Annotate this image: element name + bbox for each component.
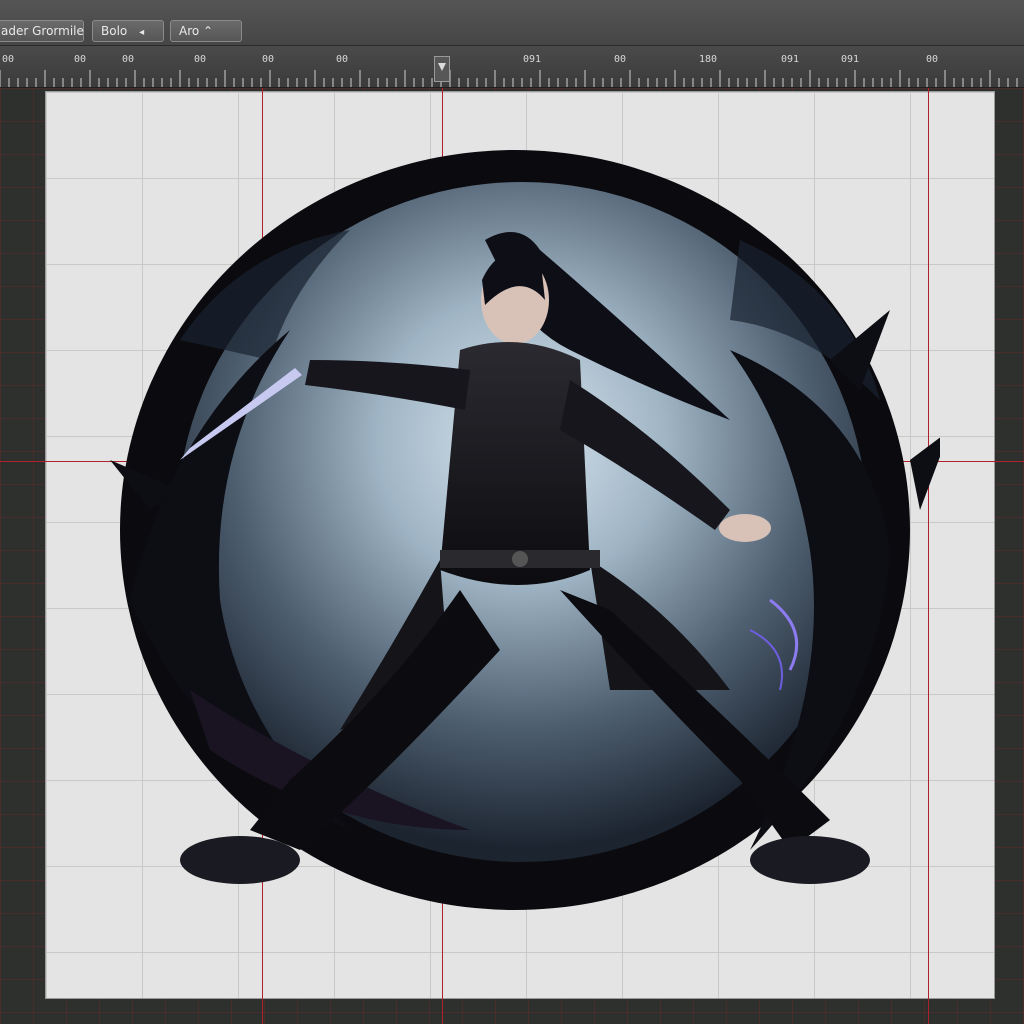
ruler-label: 00 xyxy=(613,54,627,65)
ruler-label: 091 xyxy=(840,54,860,65)
ruler-label: 180 xyxy=(698,54,718,65)
playhead-marker-glyph xyxy=(438,63,446,71)
editor-app: ader Grormile Bolo ◂ Aro ⌃ 00 00 00 00 0… xyxy=(0,0,1024,1024)
top-toolbar: ader Grormile Bolo ◂ Aro ⌃ xyxy=(0,0,1024,46)
bolo-dropdown-label: Bolo xyxy=(101,24,128,38)
aro-dropdown-button[interactable]: Aro ⌃ xyxy=(170,20,242,42)
ruler-label: 091 xyxy=(780,54,800,65)
bolo-dropdown-button[interactable]: Bolo ◂ xyxy=(92,20,164,42)
ruler-label: 00 xyxy=(73,54,87,65)
ruler-label: 091 xyxy=(522,54,542,65)
character-illustration[interactable] xyxy=(90,130,940,930)
character-right-boot xyxy=(750,836,870,884)
character-right-hand xyxy=(719,514,771,542)
ruler-label: 00 xyxy=(193,54,207,65)
belt-buckle xyxy=(512,551,528,567)
ruler-label: 00 xyxy=(335,54,349,65)
aro-dropdown-label: Aro ⌃ xyxy=(179,24,214,38)
ruler-ticks xyxy=(0,70,1018,87)
character-left-boot xyxy=(180,836,300,884)
caret-left-icon: ◂ xyxy=(139,27,145,38)
ruler-label: 00 xyxy=(261,54,275,65)
ruler-label: 00 xyxy=(1,54,15,65)
horizontal-ruler[interactable]: 00 00 00 00 00 00 091 00 180 091 091 00 xyxy=(0,46,1024,88)
document-title-tab[interactable]: ader Grormile xyxy=(0,20,84,42)
document-title-label: ader Grormile xyxy=(1,24,84,38)
shadow-spike xyxy=(910,437,940,510)
ruler-label: 00 xyxy=(925,54,939,65)
ruler-label: 00 xyxy=(121,54,135,65)
playhead-marker-icon[interactable] xyxy=(434,56,450,82)
